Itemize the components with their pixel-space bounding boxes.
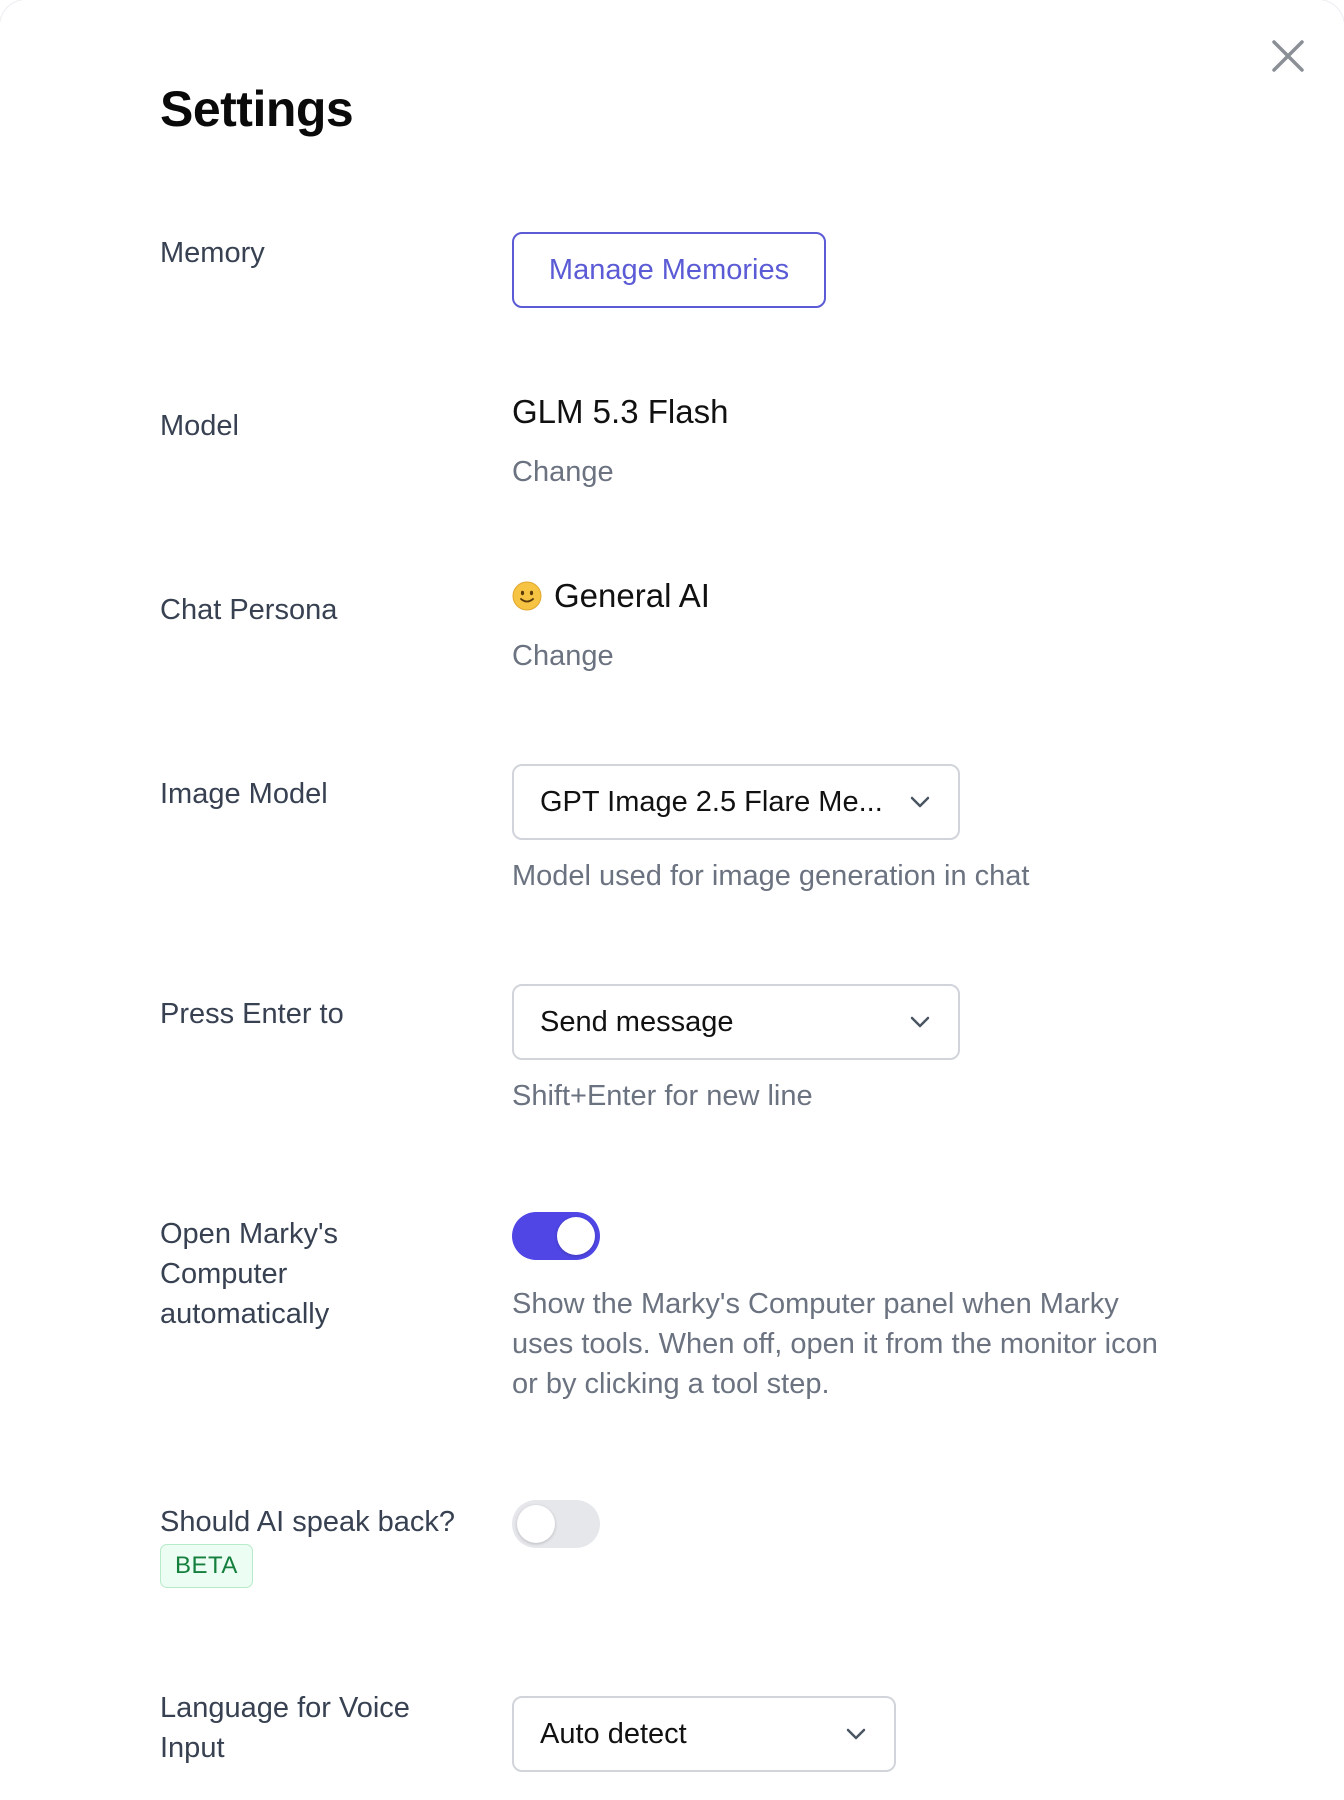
model-label: Model xyxy=(160,410,239,442)
speak-back-toggle[interactable] xyxy=(512,1500,600,1548)
close-icon xyxy=(1272,40,1304,72)
enter-action-selected: Send message xyxy=(540,1005,734,1038)
image-model-label: Image Model xyxy=(160,778,328,810)
toggle-knob xyxy=(517,1505,555,1543)
chevron-down-icon xyxy=(908,1010,932,1034)
computer-panel-label: Open Marky's Computer automatically xyxy=(160,1214,480,1334)
computer-panel-hint: Show the Marky's Computer panel when Mar… xyxy=(512,1284,1212,1404)
beta-badge: BETA xyxy=(160,1544,253,1588)
model-value: GLM 5.3 Flash xyxy=(512,393,729,430)
memory-label: Memory xyxy=(160,237,265,269)
computer-panel-label-line1: Open Marky's xyxy=(160,1218,338,1250)
page-title: Settings xyxy=(160,81,354,137)
voice-language-label-line2: Input xyxy=(160,1732,225,1764)
change-model-link[interactable]: Change xyxy=(512,452,614,492)
computer-panel-label-line2: Computer xyxy=(160,1258,288,1290)
chat-persona-label: Chat Persona xyxy=(160,594,338,626)
computer-panel-hint-line3: or by clicking a tool step. xyxy=(512,1368,830,1400)
speak-back-label: Should AI speak back? xyxy=(160,1506,456,1538)
computer-panel-hint-line1: Show the Marky's Computer panel when Mar… xyxy=(512,1288,1119,1320)
computer-panel-toggle[interactable] xyxy=(512,1212,600,1260)
enter-action-select[interactable]: Send message xyxy=(512,984,960,1060)
image-model-select[interactable]: GPT Image 2.5 Flare Me... xyxy=(512,764,960,840)
voice-language-label-line1: Language for Voice xyxy=(160,1692,410,1724)
persona-name: General AI xyxy=(554,577,710,614)
press-enter-label: Press Enter to xyxy=(160,998,344,1030)
voice-language-label: Language for Voice Input xyxy=(160,1688,480,1768)
manage-memories-button[interactable]: Manage Memories xyxy=(512,232,826,308)
voice-language-selected: Auto detect xyxy=(540,1717,687,1750)
smiley-face-icon xyxy=(512,581,542,611)
image-model-hint: Model used for image generation in chat xyxy=(512,860,1030,892)
voice-language-select[interactable]: Auto detect xyxy=(512,1696,896,1772)
chevron-down-icon xyxy=(908,790,932,814)
change-persona-link[interactable]: Change xyxy=(512,636,614,676)
toggle-knob xyxy=(557,1217,595,1255)
enter-action-hint: Shift+Enter for new line xyxy=(512,1080,813,1112)
close-button[interactable] xyxy=(1264,32,1312,80)
persona-value: General AI xyxy=(512,574,710,618)
chevron-down-icon xyxy=(844,1722,868,1746)
computer-panel-hint-line2: uses tools. When off, open it from the m… xyxy=(512,1328,1158,1360)
image-model-selected: GPT Image 2.5 Flare Me... xyxy=(540,785,883,818)
computer-panel-label-line3: automatically xyxy=(160,1298,330,1330)
settings-modal: Settings Memory Manage Memories Model GL… xyxy=(0,0,1344,1800)
